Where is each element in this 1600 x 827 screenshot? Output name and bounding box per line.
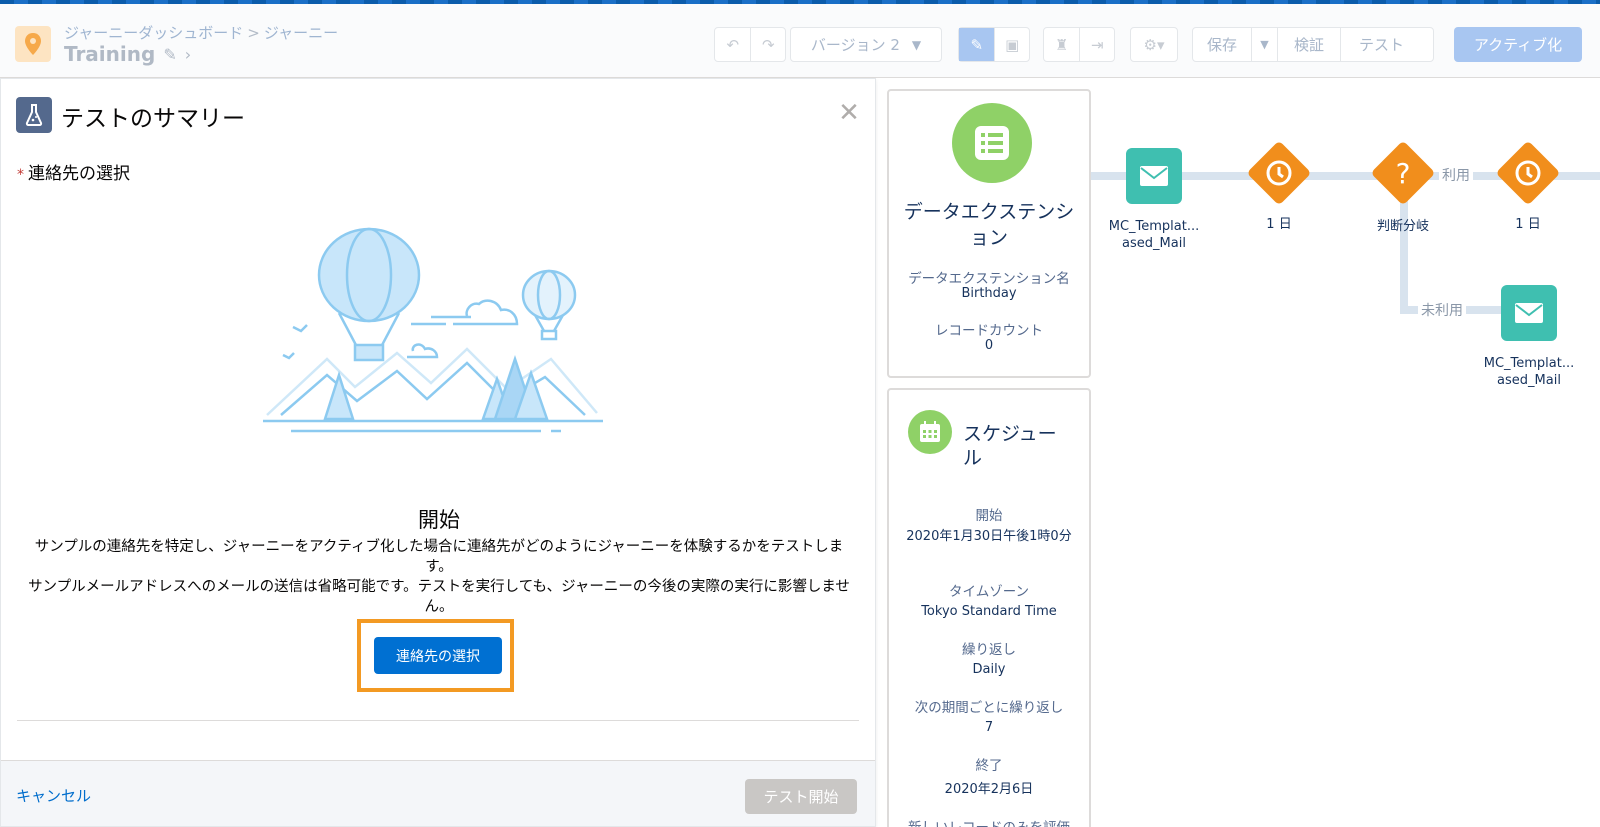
- test-button[interactable]: テスト: [1340, 28, 1422, 61]
- schedule-title: スケジュール: [963, 423, 1057, 469]
- email-activity-2[interactable]: [1501, 285, 1557, 341]
- settings-menu[interactable]: ⚙▾: [1130, 27, 1178, 62]
- chevron-right-icon[interactable]: ›: [185, 45, 191, 64]
- breadcrumb-separator: >: [247, 24, 260, 42]
- path-no-label: 未利用: [1418, 300, 1466, 320]
- mail-icon: [1140, 166, 1168, 186]
- action-group: 保存 ▼ 検証 テスト: [1192, 27, 1434, 62]
- activate-button[interactable]: アクティブ化: [1454, 27, 1582, 62]
- mode-group: ✎ ▣: [958, 27, 1030, 62]
- stamp-icon[interactable]: ▣: [994, 28, 1029, 61]
- repeat-value: Daily: [972, 662, 1006, 677]
- end-value: 2020年2月6日: [944, 782, 1034, 797]
- end-label: 終了: [975, 758, 1003, 774]
- breadcrumb-journey[interactable]: ジャーニー: [264, 24, 338, 42]
- wait-2-label: 1 日: [1515, 217, 1541, 232]
- de-name-label: データエクステンション名: [908, 271, 1070, 287]
- decision-split[interactable]: ?: [1370, 140, 1436, 206]
- repeat-every-label: 次の期間ごとに繰り返し: [914, 700, 1064, 716]
- panel-title: テストのサマリー: [61, 106, 245, 132]
- email-activity-2-label: MC_Templat... ased_Mail: [1474, 355, 1584, 389]
- entry-source-title: データエクステンション: [903, 201, 1075, 249]
- email-activity-1[interactable]: [1126, 148, 1182, 204]
- calendar-icon: [908, 410, 952, 454]
- timezone-value: Tokyo Standard Time: [921, 604, 1057, 619]
- breadcrumb: ジャーニーダッシュボード > ジャーニー: [64, 22, 338, 43]
- description-text-1: サンプルの連絡先を特定し、ジャーニーをアクティブ化した場合に連絡先がどのようにジ…: [34, 539, 844, 575]
- caret-down-icon: ▼: [911, 37, 922, 52]
- undo-icon[interactable]: ↶: [715, 28, 750, 61]
- version-label: バージョン 2: [810, 36, 900, 54]
- email-activity-1-label: MC_Templat... ased_Mail: [1100, 218, 1208, 252]
- redo-icon[interactable]: ↷: [750, 28, 785, 61]
- mail-icon: [1515, 303, 1543, 323]
- start-test-button[interactable]: テスト開始: [745, 779, 857, 814]
- save-dropdown-icon[interactable]: ▼: [1251, 28, 1277, 61]
- start-label: 開始: [975, 508, 1003, 524]
- cancel-link[interactable]: キャンセル: [16, 785, 91, 806]
- journey-header: ジャーニーダッシュボード > ジャーニー Training ✎ › ↶ ↷ バージョ…: [0, 4, 1600, 78]
- record-count-value: 0: [984, 338, 994, 353]
- entry-source-card[interactable]: データエクステンション データエクステンション名 Birthday レコードカウ…: [887, 89, 1091, 378]
- location-pin-icon: [15, 26, 51, 62]
- flask-icon: [16, 97, 52, 133]
- schedule-card[interactable]: スケジュール 開始 2020年1月30日午後1時0分 タイムゾーン Tokyo …: [887, 388, 1091, 827]
- email-1-name: MC_Templat... ased_Mail: [1108, 219, 1200, 251]
- save-button[interactable]: 保存: [1193, 28, 1251, 61]
- question-icon: ?: [1395, 156, 1411, 190]
- list-icon: [952, 103, 1032, 183]
- goal-exit-group: ♜ ⇥: [1043, 27, 1115, 62]
- close-icon[interactable]: ✕: [835, 98, 863, 128]
- select-contact-label: * 連絡先の選択: [17, 164, 130, 184]
- path-yes-label: 利用: [1439, 165, 1473, 185]
- description-text-2: サンプルメールアドレスへのメールの送信は省略可能です。テストを実行しても、ジャー…: [28, 579, 850, 615]
- wait-activity-2[interactable]: [1495, 140, 1561, 206]
- repeat-every-value: 7: [984, 720, 994, 735]
- decision-label: 判断分岐: [1376, 219, 1429, 234]
- pencil-icon[interactable]: ✎: [163, 45, 176, 64]
- panel-divider: [17, 720, 859, 721]
- repeat-label: 繰り返し: [962, 642, 1016, 658]
- test-summary-panel: テストのサマリー ✕ * 連絡先の選択 開始 サンプルの連絡先を特定し、ジャーニ…: [0, 78, 876, 827]
- start-heading: 開始: [418, 508, 460, 532]
- breadcrumb-dashboard[interactable]: ジャーニーダッシュボード: [64, 24, 243, 42]
- balloon-illustration: [261, 227, 621, 441]
- version-select[interactable]: バージョン 2 ▼: [790, 27, 942, 62]
- trophy-icon[interactable]: ♜: [1044, 28, 1079, 61]
- journey-name: Training: [64, 42, 156, 66]
- email-2-name: MC_Templat... ased_Mail: [1483, 356, 1575, 388]
- gear-icon: ⚙▾: [1143, 35, 1165, 54]
- new-records-label: 新しいレコードのみを評価: [895, 816, 1083, 827]
- start-value: 2020年1月30日午後1時0分: [906, 529, 1072, 544]
- validate-button[interactable]: 検証: [1277, 28, 1340, 61]
- wait-activity-1[interactable]: [1246, 140, 1312, 206]
- clock-icon: [1256, 150, 1302, 196]
- edit-icon[interactable]: ✎: [959, 28, 995, 61]
- clock-icon: [1505, 150, 1551, 196]
- wait-1-label: 1 日: [1266, 217, 1292, 232]
- record-count-label: レコードカウント: [935, 323, 1043, 339]
- timezone-label: タイムゾーン: [948, 584, 1030, 600]
- select-contact-button[interactable]: 連絡先の選択: [374, 637, 502, 674]
- undo-redo-group: ↶ ↷: [714, 27, 786, 62]
- panel-footer: キャンセル テスト開始: [1, 760, 875, 826]
- journey-title: Training ✎ ›: [64, 42, 191, 66]
- exit-icon[interactable]: ⇥: [1079, 28, 1114, 61]
- de-name-value: Birthday: [961, 286, 1017, 301]
